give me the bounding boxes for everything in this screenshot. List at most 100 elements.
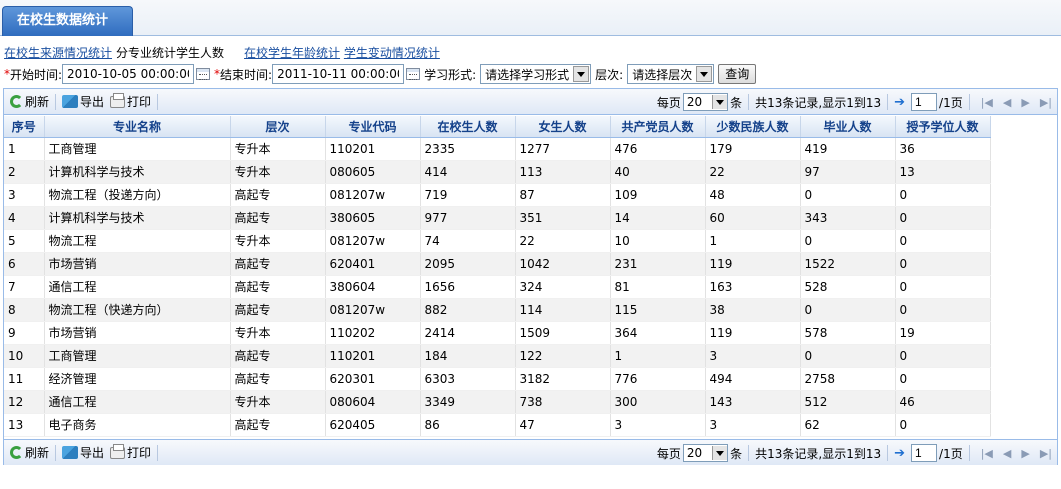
next-page-icon[interactable]: ▶ bbox=[1021, 447, 1029, 460]
table-row[interactable]: 6 市场营销 高起专 620401 2095 1042 231 119 1522 0 bbox=[4, 252, 991, 276]
chevron-down-icon bbox=[696, 66, 713, 82]
print-button[interactable]: 打印 bbox=[110, 443, 152, 461]
table-cell: 0 bbox=[895, 413, 991, 437]
major-stats-table: 序号 专业名称 层次 专业代码 在校生人数 女生人数 共产党员人数 少数民族人数 毕业人数 授予学… bbox=[4, 116, 991, 437]
tab-strip: 在校生数据统计 bbox=[0, 0, 1061, 36]
table-row[interactable]: 5 物流工程 专升本 081207w 74 22 10 1 0 0 bbox=[4, 229, 991, 253]
column-header[interactable]: 授予学位人数 bbox=[895, 116, 991, 138]
link-age-stats[interactable]: 在校学生年龄统计 bbox=[244, 46, 340, 60]
go-page-icon[interactable]: ➔ bbox=[894, 95, 905, 110]
table-cell: 0 bbox=[800, 344, 896, 368]
link-change-stats[interactable]: 学生变动情况统计 bbox=[344, 46, 440, 60]
table-cell: 1 bbox=[610, 344, 706, 368]
table-cell: 343 bbox=[800, 206, 896, 230]
table-row[interactable]: 8 物流工程（快递方向） 高起专 081207w 882 114 115 38 0 0 bbox=[4, 298, 991, 322]
refresh-button[interactable]: 刷新 bbox=[10, 444, 49, 461]
next-page-icon[interactable]: ▶ bbox=[1021, 96, 1029, 109]
column-header[interactable]: 序号 bbox=[4, 116, 45, 138]
table-cell: 0 bbox=[895, 206, 991, 230]
tab-student-stats[interactable]: 在校生数据统计 bbox=[2, 6, 133, 36]
end-time-input[interactable] bbox=[272, 64, 405, 84]
table-cell: 1656 bbox=[420, 275, 516, 299]
go-page-icon[interactable]: ➔ bbox=[894, 446, 905, 461]
table-row[interactable]: 7 通信工程 高起专 380604 1656 324 81 163 528 0 bbox=[4, 275, 991, 299]
table-cell: 专升本 bbox=[230, 390, 326, 414]
last-page-icon[interactable]: ▶| bbox=[1040, 447, 1052, 460]
table-row[interactable]: 13 电子商务 高起专 620405 86 47 3 3 62 0 bbox=[4, 413, 991, 437]
table-header-row: 序号 专业名称 层次 专业代码 在校生人数 女生人数 共产党员人数 少数民族人数 毕业人数 授予学… bbox=[4, 116, 991, 138]
table-cell: 882 bbox=[420, 298, 516, 322]
page-number-input[interactable] bbox=[911, 444, 938, 462]
table-cell: 3 bbox=[705, 413, 801, 437]
table-cell: 977 bbox=[420, 206, 516, 230]
table-row[interactable]: 12 通信工程 专升本 080604 3349 738 300 143 512 46 bbox=[4, 390, 991, 414]
export-icon bbox=[62, 95, 79, 108]
print-label: 打印 bbox=[127, 446, 152, 460]
level-select[interactable]: 请选择层次 bbox=[627, 64, 715, 84]
query-button[interactable]: 查询 bbox=[718, 64, 757, 84]
study-form-select[interactable]: 请选择学习形式 bbox=[480, 64, 592, 84]
table-cell: 经济管理 bbox=[44, 367, 231, 391]
prev-page-icon[interactable]: ◀ bbox=[1003, 447, 1011, 460]
column-header[interactable]: 毕业人数 bbox=[800, 116, 896, 138]
table-cell: 8 bbox=[4, 298, 45, 322]
table-cell: 109 bbox=[610, 183, 706, 207]
start-time-input[interactable] bbox=[62, 64, 195, 84]
table-cell: 080605 bbox=[325, 160, 421, 184]
table-row[interactable]: 11 经济管理 高起专 620301 6303 3182 776 494 2758 0 bbox=[4, 367, 991, 391]
table-cell: 0 bbox=[895, 252, 991, 276]
table-cell: 9 bbox=[4, 321, 45, 345]
table-body: 1 工商管理 专升本 110201 2335 1277 476 179 419 36 2 计算机科学与… bbox=[4, 137, 991, 437]
table-cell: 48 bbox=[705, 183, 801, 207]
toolbar-divider bbox=[887, 445, 889, 461]
calendar-icon[interactable] bbox=[196, 68, 211, 80]
table-row[interactable]: 2 计算机科学与技术 专升本 080605 414 113 40 22 97 13 bbox=[4, 160, 991, 184]
table-cell: 87 bbox=[515, 183, 611, 207]
table-cell: 物流工程（投递方向） bbox=[44, 183, 231, 207]
per-page-label: 每页 bbox=[656, 95, 681, 110]
table-cell: 414 bbox=[420, 160, 516, 184]
table-cell: 专升本 bbox=[230, 321, 326, 345]
table-cell: 高起专 bbox=[230, 206, 326, 230]
table-cell: 高起专 bbox=[230, 275, 326, 299]
table-cell: 1042 bbox=[515, 252, 611, 276]
table-cell: 476 bbox=[610, 137, 706, 161]
export-button[interactable]: 导出 bbox=[62, 93, 104, 110]
table-row[interactable]: 4 计算机科学与技术 高起专 380605 977 351 14 60 343 0 bbox=[4, 206, 991, 230]
table-row[interactable]: 9 市场营销 专升本 110202 2414 1509 364 119 578 19 bbox=[4, 321, 991, 345]
chevron-down-icon bbox=[573, 66, 590, 82]
last-page-icon[interactable]: ▶| bbox=[1040, 96, 1052, 109]
table-cell: 115 bbox=[610, 298, 706, 322]
table-cell: 2758 bbox=[800, 367, 896, 391]
page-number-input[interactable] bbox=[911, 93, 938, 111]
column-header[interactable]: 少数民族人数 bbox=[705, 116, 801, 138]
column-header[interactable]: 共产党员人数 bbox=[610, 116, 706, 138]
column-header[interactable]: 层次 bbox=[230, 116, 326, 138]
export-label: 导出 bbox=[80, 95, 105, 109]
per-page-select[interactable]: 20 bbox=[682, 444, 729, 462]
prev-page-icon[interactable]: ◀ bbox=[1003, 96, 1011, 109]
link-source-stats[interactable]: 在校生来源情况统计 bbox=[4, 46, 112, 60]
table-row[interactable]: 3 物流工程（投递方向） 高起专 081207w 719 87 109 48 0 0 bbox=[4, 183, 991, 207]
table-cell: 专升本 bbox=[230, 160, 326, 184]
column-header[interactable]: 专业代码 bbox=[325, 116, 421, 138]
refresh-button[interactable]: 刷新 bbox=[10, 93, 49, 110]
per-page-select[interactable]: 20 bbox=[682, 93, 729, 111]
printer-icon bbox=[110, 92, 126, 108]
calendar-icon[interactable] bbox=[406, 68, 421, 80]
export-button[interactable]: 导出 bbox=[62, 444, 104, 461]
column-header[interactable]: 在校生人数 bbox=[420, 116, 516, 138]
first-page-icon[interactable]: |◀ bbox=[981, 96, 993, 109]
table-cell: 110202 bbox=[325, 321, 421, 345]
per-page-label: 每页 bbox=[656, 446, 681, 461]
table-cell: 物流工程（快递方向） bbox=[44, 298, 231, 322]
table-cell: 10 bbox=[610, 229, 706, 253]
column-header[interactable]: 专业名称 bbox=[44, 116, 231, 138]
table-cell: 380604 bbox=[325, 275, 421, 299]
print-button[interactable]: 打印 bbox=[110, 92, 151, 110]
table-row[interactable]: 10 工商管理 高起专 110201 184 122 1 3 0 0 bbox=[4, 344, 991, 368]
table-row[interactable]: 1 工商管理 专升本 110201 2335 1277 476 179 419 36 bbox=[4, 137, 991, 161]
table-cell: 通信工程 bbox=[44, 390, 231, 414]
first-page-icon[interactable]: |◀ bbox=[981, 447, 993, 460]
column-header[interactable]: 女生人数 bbox=[515, 116, 611, 138]
